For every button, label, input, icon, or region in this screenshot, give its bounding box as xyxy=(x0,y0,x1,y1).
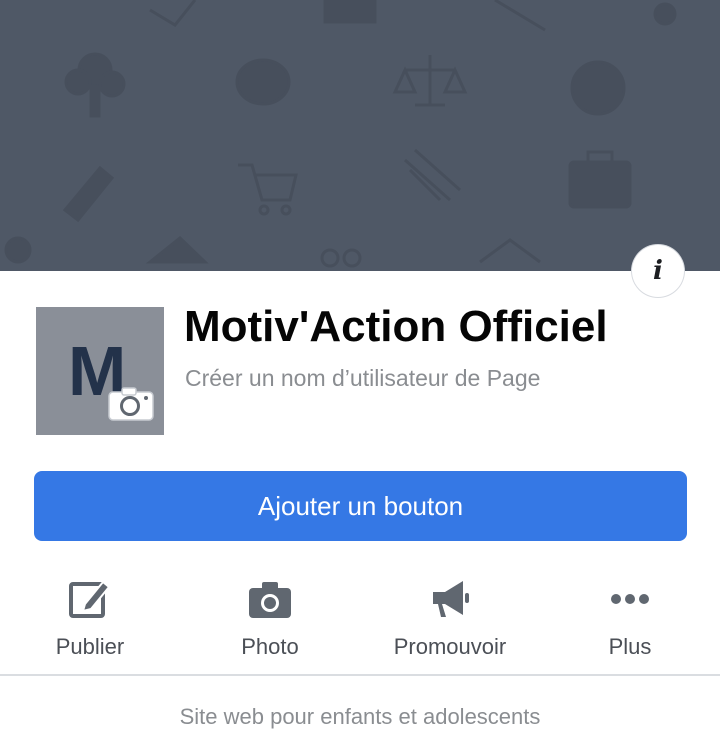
publish-label: Publier xyxy=(55,634,125,659)
cover-photo[interactable] xyxy=(0,0,720,271)
divider xyxy=(0,674,720,676)
profile-picture[interactable]: M xyxy=(36,307,164,435)
tree-icon xyxy=(64,52,126,118)
palette-icon xyxy=(235,58,291,106)
brush-icon xyxy=(62,165,115,223)
promote-action[interactable]: Promouvoir xyxy=(360,570,540,670)
camera-icon[interactable] xyxy=(108,387,154,421)
more-icon xyxy=(611,594,649,604)
promote-label: Promouvoir xyxy=(393,634,507,659)
info-icon: i xyxy=(653,256,663,286)
more-label: Plus xyxy=(608,634,652,659)
page-actions: Publier Photo Promouvoir Plus xyxy=(0,570,720,674)
column-icon xyxy=(404,148,461,202)
camera-icon xyxy=(249,582,291,618)
scale-icon xyxy=(392,55,468,107)
page-description: Site web pour enfants et adolescents xyxy=(179,704,541,729)
page-title: Motiv'Action Officiel xyxy=(184,302,608,351)
info-button[interactable]: i xyxy=(632,245,684,297)
megaphone-icon xyxy=(433,581,469,617)
apple-icon xyxy=(570,60,626,116)
more-action[interactable]: Plus xyxy=(540,570,720,670)
cart-icon xyxy=(238,163,298,216)
publish-action[interactable]: Publier xyxy=(0,570,180,670)
photo-action[interactable]: Photo xyxy=(180,570,360,670)
edit-icon xyxy=(69,580,111,618)
create-username-link[interactable]: Créer un nom d’utilisateur de Page xyxy=(185,365,540,392)
briefcase-icon xyxy=(568,150,632,209)
photo-label: Photo xyxy=(241,634,299,659)
cover-pattern xyxy=(4,0,677,268)
add-button[interactable]: Ajouter un bouton xyxy=(34,471,687,541)
